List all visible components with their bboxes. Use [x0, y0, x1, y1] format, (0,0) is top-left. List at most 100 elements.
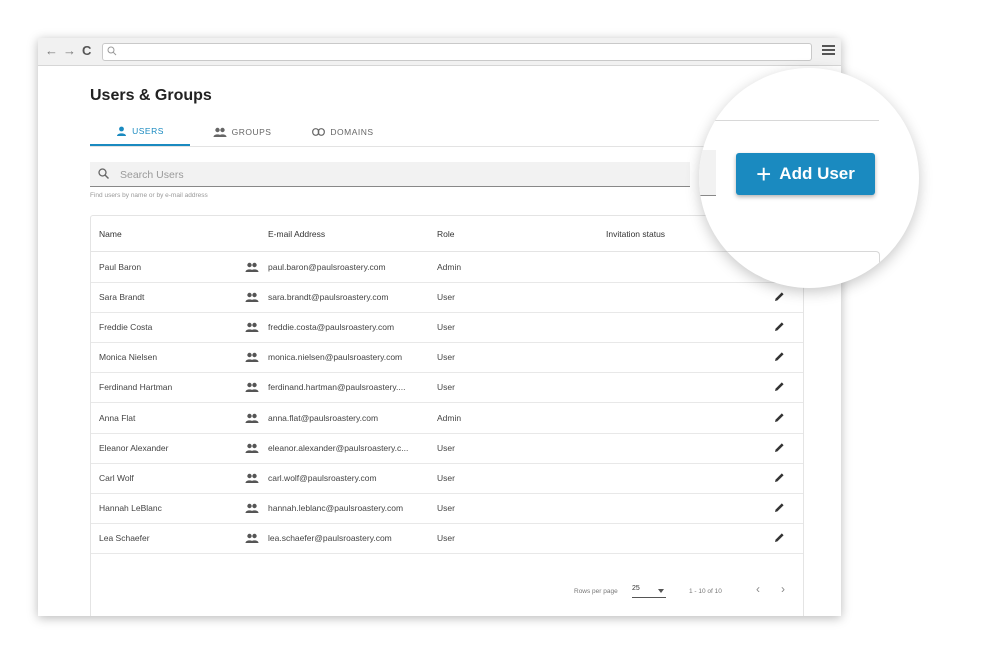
- user-email: sara.brandt@paulsroastery.com: [268, 292, 389, 303]
- user-role: User: [437, 322, 455, 333]
- edit-pencil-icon[interactable]: [774, 412, 785, 423]
- group-icon: [245, 443, 259, 453]
- user-role: Admin: [437, 262, 462, 272]
- browser-toolbar: ← → C: [38, 38, 841, 66]
- divider: [711, 120, 879, 121]
- edit-pencil-icon[interactable]: [774, 442, 785, 453]
- user-name: Lea Schaefer: [99, 532, 150, 543]
- group-icon: [245, 322, 259, 333]
- table-row[interactable]: Monica Nielsen monica.nielsen@paulsroaste…: [91, 342, 803, 374]
- table-row[interactable]: Eleanor Alexander eleanor.alexander@pauls…: [91, 433, 803, 464]
- search-icon: [107, 46, 117, 56]
- page-title: Users & Groups: [90, 87, 212, 104]
- person-icon: [117, 126, 127, 136]
- dropdown-arrow-icon: [658, 589, 664, 593]
- user-role: User: [437, 442, 455, 453]
- tab-users[interactable]: USERS: [90, 118, 190, 146]
- search-input[interactable]: [118, 164, 682, 186]
- rows-per-page-label: Rows per page: [574, 588, 618, 595]
- user-role: User: [437, 472, 455, 483]
- group-icon: [245, 292, 259, 303]
- user-email: paul.baron@paulsroastery.com: [268, 262, 386, 272]
- table-edge: [711, 251, 880, 288]
- user-name: Freddie Costa: [99, 322, 153, 333]
- edit-pencil-icon[interactable]: [774, 381, 785, 392]
- search-field[interactable]: [90, 162, 690, 187]
- tab-bar: USERS GROUPS DOMAINS: [90, 118, 750, 147]
- edit-pencil-icon[interactable]: [774, 472, 785, 483]
- group-icon: [245, 383, 259, 393]
- edit-pencil-icon[interactable]: [774, 502, 785, 513]
- user-email: ferdinand.hartman@paulsroastery....: [268, 382, 406, 393]
- tab-groups-label: GROUPS: [231, 127, 272, 137]
- next-page-icon[interactable]: ›: [781, 582, 785, 596]
- header-invitation-status[interactable]: Invitation status: [606, 229, 665, 239]
- tab-groups[interactable]: GROUPS: [202, 118, 282, 146]
- table-row[interactable]: Anna Flat anna.flat@paulsroastery.com Admi…: [91, 403, 803, 434]
- user-role: User: [437, 352, 455, 363]
- user-name: Eleanor Alexander: [99, 442, 169, 453]
- group-icon: [245, 262, 259, 272]
- users-table: Name E-mail Address Role Invitation stat…: [90, 215, 804, 616]
- user-email: anna.flat@paulsroastery.com: [268, 412, 379, 423]
- prev-page-icon[interactable]: ‹: [756, 582, 760, 596]
- user-name: Paul Baron: [99, 262, 142, 272]
- rows-per-page-select[interactable]: 25: [632, 585, 666, 598]
- table-row[interactable]: Hannah LeBlanc hannah.leblanc@paulsroaste…: [91, 493, 803, 524]
- user-role: User: [437, 532, 455, 543]
- edit-pencil-icon[interactable]: [774, 291, 785, 302]
- user-role: Admin: [437, 412, 462, 423]
- user-email: hannah.leblanc@paulsroastery.com: [268, 502, 404, 513]
- plus-icon: +: [756, 159, 772, 189]
- edit-pencil-icon[interactable]: [774, 351, 785, 362]
- search-hint: Find users by name or by e-mail address: [90, 192, 208, 199]
- header-email[interactable]: E-mail Address: [268, 229, 325, 239]
- table-row[interactable]: Freddie Costa freddie.costa@paulsroastery…: [91, 312, 803, 344]
- group-icon: [213, 127, 227, 137]
- back-arrow-icon[interactable]: ←: [45, 43, 58, 59]
- user-name: Ferdinand Hartman: [99, 382, 173, 393]
- user-name: Sara Brandt: [99, 292, 145, 303]
- user-email: carl.wolf@paulsroastery.com: [268, 472, 377, 483]
- rows-per-page-value: 25: [632, 585, 640, 592]
- zoom-callout: + Add User: [699, 68, 919, 288]
- table-row[interactable]: Sara Brandt sara.brandt@paulsroastery.com…: [91, 282, 803, 314]
- user-role: User: [437, 292, 455, 303]
- header-role[interactable]: Role: [437, 229, 454, 239]
- pagination-range: 1 - 10 of 10: [689, 588, 722, 595]
- search-icon: [98, 168, 109, 179]
- tab-users-label: USERS: [132, 126, 164, 136]
- search-field-edge: [699, 150, 716, 196]
- address-bar[interactable]: [102, 43, 812, 61]
- reload-icon[interactable]: C: [82, 43, 91, 59]
- group-icon: [245, 533, 259, 543]
- browser-menu-icon[interactable]: [822, 45, 835, 57]
- table-row[interactable]: Paul Baron paul.baron@paulsroastery.com Ad…: [91, 252, 803, 283]
- group-icon: [245, 353, 259, 363]
- edit-pencil-icon[interactable]: [774, 532, 785, 543]
- table-row[interactable]: Ferdinand Hartman ferdinand.hartman@pauls…: [91, 372, 803, 404]
- group-icon: [245, 503, 259, 513]
- user-name: Hannah LeBlanc: [99, 502, 162, 513]
- tab-domains[interactable]: DOMAINS: [298, 118, 388, 146]
- link-icon: [312, 128, 326, 136]
- add-user-label: Add User: [779, 164, 855, 183]
- tab-domains-label: DOMAINS: [330, 127, 374, 137]
- group-icon: [245, 413, 259, 423]
- table-header: Name E-mail Address Role Invitation stat…: [91, 216, 803, 252]
- user-email: eleanor.alexander@paulsroastery.c...: [268, 442, 409, 453]
- forward-arrow-icon[interactable]: →: [63, 43, 76, 59]
- user-name: Anna Flat: [99, 412, 136, 423]
- group-icon: [245, 473, 259, 483]
- table-row[interactable]: Lea Schaefer lea.schaefer@paulsroastery.c…: [91, 523, 803, 554]
- user-email: monica.nielsen@paulsroastery.com: [268, 352, 403, 363]
- user-email: freddie.costa@paulsroastery.com: [268, 322, 395, 333]
- user-name: Carl Wolf: [99, 472, 134, 483]
- user-role: User: [437, 502, 455, 513]
- table-row[interactable]: Carl Wolf carl.wolf@paulsroastery.com User: [91, 463, 803, 494]
- add-user-button[interactable]: + Add User: [736, 153, 875, 195]
- user-name: Monica Nielsen: [99, 352, 158, 363]
- user-email: lea.schaefer@paulsroastery.com: [268, 532, 392, 543]
- edit-pencil-icon[interactable]: [774, 321, 785, 332]
- header-name[interactable]: Name: [99, 229, 122, 239]
